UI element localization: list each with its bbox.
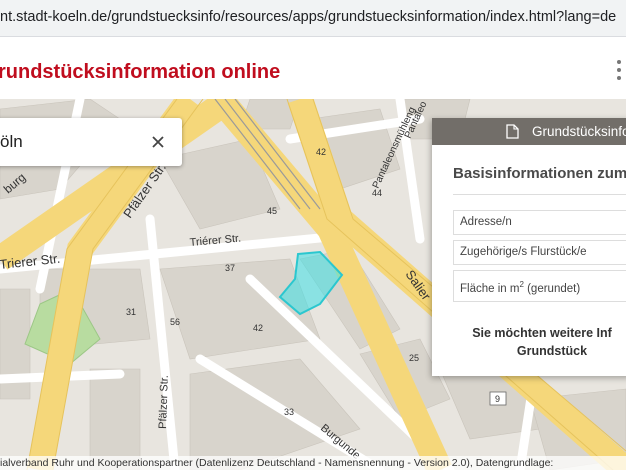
divider: [453, 194, 626, 195]
more-info-text: Sie möchten weitere Inf Grundstück: [432, 324, 626, 360]
map-route-shield: 9: [495, 394, 500, 404]
map-house-number: 45: [267, 206, 277, 216]
search-input[interactable]: [0, 130, 140, 154]
more-info-line: Grundstück: [516, 344, 588, 358]
info-row-address: Adresse/n: [453, 210, 626, 235]
close-icon[interactable]: [146, 130, 170, 154]
url-text[interactable]: nt.stadt-koeln.de/grundstuecksinfo/resou…: [0, 9, 616, 25]
panel-title: Grundstücksinfo: [532, 124, 626, 139]
info-row-parcel: Zugehörige/s Flurstück/e: [453, 240, 626, 265]
map-house-number: 31: [126, 307, 136, 317]
map-house-number: 42: [253, 323, 263, 333]
map-house-number: 37: [225, 263, 235, 273]
search-box: [0, 118, 182, 166]
panel-header: Grundstücksinfo: [432, 118, 626, 145]
info-row-label: Zugehörige/s Flurstück/e: [460, 246, 587, 258]
map-house-number: 56: [170, 317, 180, 327]
info-panel: Grundstücksinfo Basisinformationen zum A…: [432, 118, 626, 376]
map-attribution: ialverband Ruhr und Kooperationspartner …: [0, 456, 626, 470]
panel-heading: Basisinformationen zum: [453, 165, 626, 182]
info-row-label: Adresse/n: [460, 216, 512, 228]
app-header: rundstücksinformation online: [0, 37, 626, 100]
map-label-pfaelzer-2: Pfälzer Str.: [157, 375, 171, 429]
vertical-dots-icon[interactable]: [616, 59, 622, 81]
map-house-number: 33: [284, 407, 294, 417]
map-house-number: 25: [409, 353, 419, 363]
map-house-number: 42: [316, 147, 326, 157]
map-house-number: 44: [372, 188, 382, 198]
app-title: rundstücksinformation online: [0, 61, 281, 83]
info-row-area: Fläche in m2 (gerundet): [453, 270, 626, 302]
more-info-line: Sie möchten weitere Inf: [472, 326, 612, 340]
document-icon: [506, 124, 519, 139]
browser-address-bar[interactable]: nt.stadt-koeln.de/grundstuecksinfo/resou…: [0, 0, 626, 37]
info-row-label: Fläche in m2 (gerundet): [460, 280, 581, 295]
